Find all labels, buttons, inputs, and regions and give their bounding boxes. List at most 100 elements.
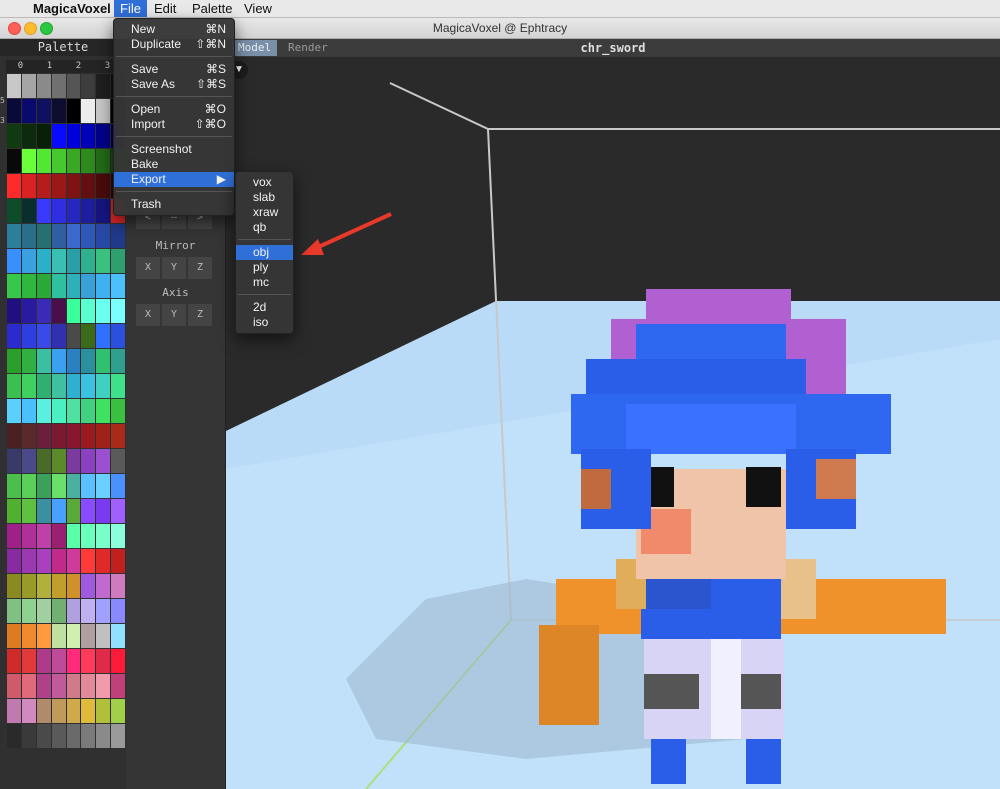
palette-swatch[interactable] (36, 574, 51, 598)
palette-swatch[interactable] (7, 149, 21, 173)
palette-swatch[interactable] (111, 449, 125, 473)
palette-swatch[interactable] (7, 174, 21, 198)
menu-file[interactable]: File (114, 0, 147, 17)
file-bake[interactable]: Bake (114, 157, 234, 172)
palette-swatch[interactable] (21, 424, 36, 448)
palette-swatch[interactable] (36, 249, 51, 273)
palette-swatch[interactable] (7, 124, 21, 148)
palette-swatch[interactable] (81, 574, 96, 598)
palette-swatch[interactable] (51, 449, 66, 473)
palette-swatch[interactable] (96, 499, 111, 523)
palette-swatch[interactable] (96, 424, 111, 448)
palette-swatch[interactable] (36, 499, 51, 523)
palette-swatch[interactable] (96, 274, 111, 298)
palette-swatch[interactable] (36, 99, 51, 123)
palette-swatch[interactable] (111, 524, 125, 548)
palette-swatch[interactable] (81, 699, 96, 723)
file-screenshot[interactable]: Screenshot (114, 142, 234, 157)
palette-swatch[interactable] (7, 624, 21, 648)
palette-swatch[interactable] (21, 724, 36, 748)
palette-swatch[interactable] (7, 524, 21, 548)
palette-swatch[interactable] (96, 174, 111, 198)
palette-swatch[interactable] (7, 274, 21, 298)
palette-swatch[interactable] (21, 549, 36, 573)
palette-swatch[interactable] (66, 599, 81, 623)
palette-swatch[interactable] (111, 474, 125, 498)
palette-swatch[interactable] (81, 274, 96, 298)
palette-swatch[interactable] (66, 449, 81, 473)
palette-swatch[interactable] (51, 324, 66, 348)
palette-swatch[interactable] (81, 324, 96, 348)
file-export[interactable]: Export ▶ (114, 172, 234, 187)
file-duplicate[interactable]: Duplicate ⇧⌘N (114, 37, 234, 52)
palette-swatch[interactable] (111, 549, 125, 573)
export-mc[interactable]: mc (236, 275, 293, 290)
palette-swatch[interactable] (7, 224, 21, 248)
axis-x-button[interactable]: X (136, 304, 160, 326)
palette-swatch[interactable] (66, 299, 81, 323)
palette-swatch[interactable] (66, 124, 81, 148)
palette-swatch[interactable] (111, 299, 125, 323)
palette-swatch[interactable] (96, 599, 111, 623)
export-obj[interactable]: obj (236, 245, 293, 260)
side-tab-5[interactable]: 5 (0, 96, 5, 105)
palette-swatch[interactable] (7, 324, 21, 348)
palette-swatch[interactable] (36, 349, 51, 373)
palette-swatch[interactable] (81, 299, 96, 323)
palette-swatch[interactable] (96, 124, 111, 148)
palette-swatch[interactable] (36, 149, 51, 173)
palette-swatch[interactable] (36, 699, 51, 723)
palette-swatch[interactable] (36, 174, 51, 198)
palette-swatch[interactable] (7, 74, 21, 98)
palette-swatch[interactable] (81, 524, 96, 548)
palette-swatch[interactable] (51, 499, 66, 523)
palette-swatch[interactable] (81, 474, 96, 498)
export-qb[interactable]: qb (236, 220, 293, 235)
palette-swatch[interactable] (111, 349, 125, 373)
file-save-as[interactable]: Save As ⇧⌘S (114, 77, 234, 92)
palette-swatch[interactable] (21, 299, 36, 323)
palette-swatch[interactable] (7, 574, 21, 598)
palette-swatch[interactable] (51, 124, 66, 148)
palette-swatch[interactable] (66, 224, 81, 248)
palette-swatch[interactable] (7, 349, 21, 373)
palette-swatch[interactable] (51, 174, 66, 198)
palette-swatch[interactable] (51, 649, 66, 673)
palette-swatch[interactable] (81, 249, 96, 273)
palette-swatch[interactable] (7, 599, 21, 623)
palette-swatch[interactable] (51, 299, 66, 323)
palette-swatch[interactable] (7, 474, 21, 498)
palette-swatch[interactable] (111, 574, 125, 598)
palette-swatch[interactable] (81, 424, 96, 448)
palette-swatch[interactable] (81, 549, 96, 573)
palette-swatch[interactable] (7, 649, 21, 673)
palette-swatch[interactable] (81, 624, 96, 648)
palette-swatch[interactable] (96, 649, 111, 673)
palette-swatch[interactable] (7, 499, 21, 523)
palette-swatch[interactable] (51, 624, 66, 648)
palette-swatch[interactable] (111, 624, 125, 648)
palette-swatch[interactable] (81, 674, 96, 698)
menu-view[interactable]: View (238, 0, 278, 17)
palette-swatch[interactable] (7, 449, 21, 473)
palette-swatch[interactable] (96, 524, 111, 548)
palette-swatch[interactable] (96, 349, 111, 373)
palette-swatch[interactable] (66, 424, 81, 448)
export-xraw[interactable]: xraw (236, 205, 293, 220)
palette-swatch[interactable] (51, 199, 66, 223)
palette-swatch[interactable] (66, 624, 81, 648)
palette-swatch[interactable] (36, 724, 51, 748)
palette-swatch[interactable] (111, 249, 125, 273)
palette-swatch[interactable] (111, 274, 125, 298)
palette-swatch[interactable] (81, 399, 96, 423)
palette-swatch[interactable] (21, 674, 36, 698)
palette-swatch[interactable] (51, 224, 66, 248)
palette-swatch[interactable] (36, 224, 51, 248)
palette-swatch[interactable] (21, 174, 36, 198)
palette-swatch[interactable] (36, 599, 51, 623)
palette-swatch[interactable] (66, 724, 81, 748)
palette-swatch[interactable] (21, 74, 36, 98)
palette-swatch[interactable] (66, 699, 81, 723)
palette-swatch[interactable] (7, 299, 21, 323)
palette-swatch[interactable] (21, 124, 36, 148)
